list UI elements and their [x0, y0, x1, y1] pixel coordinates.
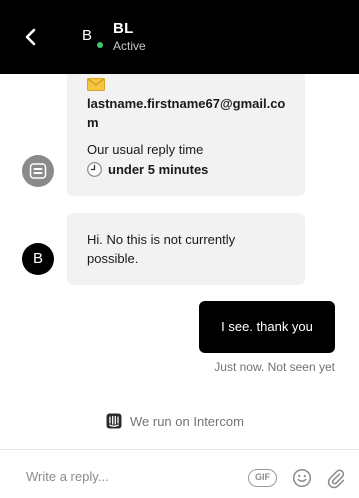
- smiley-icon: [292, 468, 312, 488]
- header-avatar: B: [81, 27, 92, 44]
- bot-avatar: [22, 155, 54, 187]
- reply-input[interactable]: [16, 460, 236, 492]
- reply-time-label: Our usual reply time: [87, 142, 204, 157]
- chevron-left-icon: [25, 28, 36, 46]
- envelope-icon: [87, 78, 105, 91]
- message-status: Just now. Not seen yet: [214, 360, 335, 374]
- reply-time-value: under 5 minutes: [108, 162, 209, 177]
- agent-message-bubble: Hi. No this is not currently possible.: [67, 213, 305, 285]
- back-button[interactable]: [18, 24, 44, 50]
- online-status-dot: [97, 42, 103, 48]
- emoji-button[interactable]: [292, 468, 312, 488]
- intercom-logo-icon: [106, 413, 122, 429]
- reply-time-row: under 5 minutes: [87, 162, 208, 177]
- user-message-bubble: I see. thank you: [199, 301, 335, 353]
- attach-button[interactable]: [326, 467, 346, 489]
- contact-info-card: lastname.firstname67@gmail.com Our usual…: [67, 74, 305, 196]
- powered-by-text: We run on Intercom: [130, 413, 244, 429]
- contact-status: Active: [113, 39, 146, 53]
- clock-icon: [87, 162, 102, 177]
- conversation-header: B BL Active: [0, 0, 359, 74]
- composer-divider: [0, 449, 359, 450]
- powered-by-link[interactable]: We run on Intercom: [106, 413, 244, 429]
- paperclip-icon: [327, 469, 345, 489]
- contact-email: lastname.firstname67@gmail.com: [87, 96, 286, 130]
- gif-button[interactable]: GIF: [248, 469, 277, 487]
- agent-avatar: B: [22, 243, 54, 275]
- chat-bot-icon: [29, 163, 47, 179]
- contact-name: BL: [113, 20, 134, 37]
